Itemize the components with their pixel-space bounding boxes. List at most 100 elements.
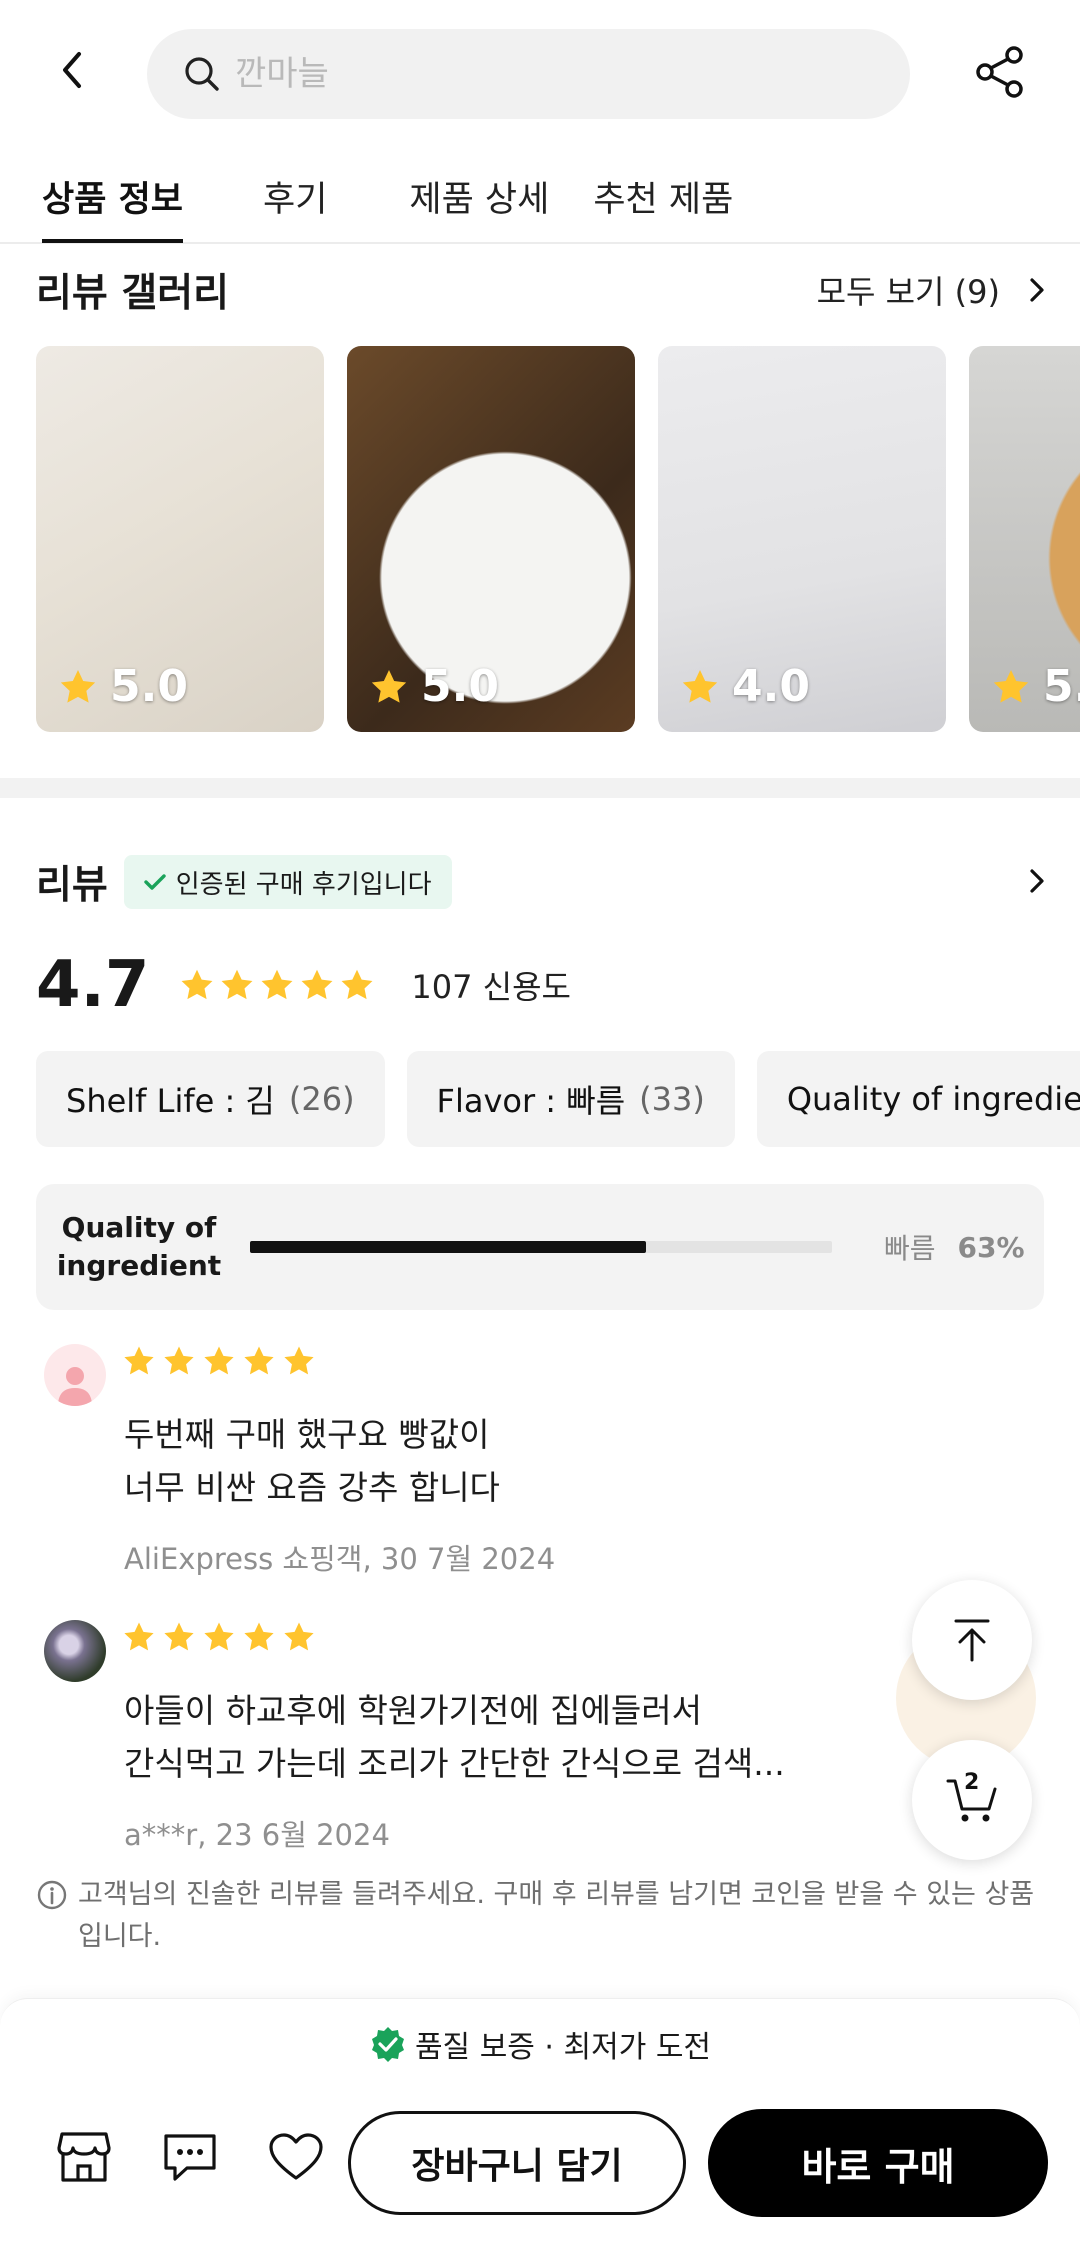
average-score: 4.7 xyxy=(36,948,150,1022)
reviews-header[interactable]: 리뷰 인증된 구매 후기입니다 xyxy=(36,852,1046,912)
star-icon xyxy=(301,969,333,1000)
attribute-top-value: 빠름 xyxy=(884,1232,936,1265)
review-item: 두번째 구매 했구요 빵값이 너무 비싼 요즘 강추 합니다 AliExpres… xyxy=(44,1344,944,1584)
top-bar xyxy=(0,0,1080,150)
star-icon xyxy=(204,1622,234,1651)
chat-icon xyxy=(164,2134,216,2181)
gallery-title: 리뷰 갤러리 xyxy=(36,271,229,316)
star-icon xyxy=(204,1346,234,1375)
chevron-right-icon xyxy=(1030,869,1044,893)
attribute-breakdown: Quality of ingredient 빠름 63% xyxy=(36,1184,1044,1310)
attribute-bar-fill xyxy=(250,1241,646,1253)
star-icon xyxy=(124,1622,154,1651)
attribute-chip[interactable]: Quality of ingredient xyxy=(756,1051,1080,1147)
search-icon xyxy=(185,57,219,91)
gallery-photo[interactable]: 5.0 xyxy=(347,346,635,732)
chip-label: Quality of ingredient xyxy=(786,1080,1080,1118)
star-icon xyxy=(371,669,407,703)
section-divider xyxy=(0,778,1080,798)
buy-now-button[interactable]: 바로 구매 xyxy=(708,2109,1048,2217)
quality-guarantee: 품질 보증 · 최저가 도전 xyxy=(0,2019,1080,2069)
review-item: 아들이 하교후에 학원가기전에 집에들러서 간식먹고 가는데 조리가 간단한 간… xyxy=(44,1620,944,1860)
tab-reviews[interactable]: 후기 xyxy=(263,149,327,243)
search-input[interactable] xyxy=(235,54,835,94)
user-icon xyxy=(58,1367,92,1406)
section-tabs: 상품 정보 후기 제품 상세 추천 제품 xyxy=(0,150,1080,244)
star-icon xyxy=(181,969,213,1000)
attribute-chip[interactable]: Flavor : 빠름 (33) xyxy=(406,1051,735,1147)
avatar xyxy=(44,1620,106,1682)
review-notice-text: 고객님의 진솔한 리뷰를 들려주세요. 구매 후 리뷰를 남기면 코인을 받을 … xyxy=(78,1879,1035,1952)
star-icon xyxy=(124,1346,154,1375)
gallery-photo[interactable]: 5.0 xyxy=(36,346,324,732)
review-gallery: 5.0 5.0 4.0 5. xyxy=(36,346,1080,732)
share-icon xyxy=(976,46,1023,98)
photo-rating-value: 5. xyxy=(1043,661,1080,712)
chip-label: Shelf Life : 김 xyxy=(66,1082,275,1120)
search-bar[interactable] xyxy=(147,29,910,119)
share-button[interactable] xyxy=(968,40,1032,104)
score-stars xyxy=(179,967,379,1003)
review-meta: AliExpress 쇼핑객, 30 7월 2024 xyxy=(124,1542,556,1576)
attribute-chips: Shelf Life : 김 (26) Flavor : 빠름 (33) Qua… xyxy=(36,1051,1080,1147)
star-icon xyxy=(993,669,1029,703)
avatar xyxy=(44,1344,106,1406)
check-icon xyxy=(144,874,166,890)
photo-rating-value: 5.0 xyxy=(110,661,188,712)
guarantee-text: 품질 보증 · 최저가 도전 xyxy=(414,2030,712,2065)
add-to-cart-button[interactable]: 장바구니 담기 xyxy=(348,2111,686,2215)
verified-check-icon xyxy=(371,2027,404,2062)
bottom-action-bar: 품질 보증 · 최저가 도전 장바구니 담기 바로 구매 xyxy=(0,1998,1080,2241)
cart-count: 2 xyxy=(964,1770,980,1795)
reviews-title: 리뷰 xyxy=(36,863,108,908)
store-icon xyxy=(57,2132,111,2182)
star-icon xyxy=(60,669,96,703)
review-notice: 고객님의 진솔한 리뷰를 들려주세요. 구매 후 리뷰를 남기면 코인을 받을 … xyxy=(36,1874,1036,1958)
floating-cart-button[interactable]: 2 xyxy=(912,1740,1032,1860)
chip-count: (26) xyxy=(288,1080,355,1118)
chat-button[interactable] xyxy=(160,2127,220,2187)
review-meta: a***r, 23 6월 2024 xyxy=(124,1818,390,1852)
tab-product-detail[interactable]: 제품 상세 xyxy=(409,149,549,243)
heart-icon xyxy=(269,2133,323,2180)
scroll-to-top-button[interactable] xyxy=(912,1580,1032,1700)
review-count: 107 신용도 xyxy=(411,968,571,1006)
review-text[interactable]: 아들이 하교후에 학원가기전에 집에들러서 간식먹고 가는데 조리가 간단한 간… xyxy=(124,1684,884,1790)
attribute-chip[interactable]: Shelf Life : 김 (26) xyxy=(36,1051,385,1147)
wishlist-button[interactable] xyxy=(266,2127,326,2187)
tab-recommended[interactable]: 추천 제품 xyxy=(593,149,733,243)
verified-label: 인증된 구매 후기입니다 xyxy=(175,869,432,900)
arrow-up-icon xyxy=(954,1619,990,1662)
photo-rating: 5.0 xyxy=(369,661,499,712)
verified-badge: 인증된 구매 후기입니다 xyxy=(123,855,452,909)
star-icon xyxy=(261,969,293,1000)
star-icon xyxy=(682,669,718,703)
gallery-photo[interactable]: 5. xyxy=(969,346,1080,732)
chevron-right-icon xyxy=(1030,278,1044,302)
photo-rating-value: 5.0 xyxy=(421,661,499,712)
rating-summary: 4.7 107 신용도 xyxy=(36,945,571,1025)
view-all-link[interactable]: 모두 보기 (9) xyxy=(817,267,1046,313)
review-stars xyxy=(122,1620,322,1654)
photo-rating: 4.0 xyxy=(680,661,810,712)
attribute-bar xyxy=(250,1241,832,1253)
star-icon xyxy=(221,969,253,1000)
review-text: 두번째 구매 했구요 빵값이 너무 비싼 요즘 강추 합니다 xyxy=(124,1415,500,1507)
star-icon xyxy=(284,1346,314,1375)
chevron-left-icon xyxy=(63,52,81,88)
back-button[interactable] xyxy=(40,38,104,102)
star-icon xyxy=(164,1346,194,1375)
star-icon xyxy=(164,1622,194,1651)
gallery-photo[interactable]: 4.0 xyxy=(658,346,946,732)
photo-rating: 5.0 xyxy=(58,661,188,712)
tab-product-info[interactable]: 상품 정보 xyxy=(42,149,183,243)
view-all-label: 모두 보기 (9) xyxy=(816,273,1000,311)
star-icon xyxy=(284,1622,314,1651)
store-button[interactable] xyxy=(54,2127,114,2187)
chip-count: (33) xyxy=(639,1080,705,1118)
photo-rating-value: 4.0 xyxy=(732,661,810,712)
chip-label: Flavor : 빠름 xyxy=(436,1082,626,1120)
attribute-name: Quality of ingredient xyxy=(56,1211,222,1282)
photo-rating: 5. xyxy=(991,661,1080,712)
star-icon xyxy=(244,1346,274,1375)
